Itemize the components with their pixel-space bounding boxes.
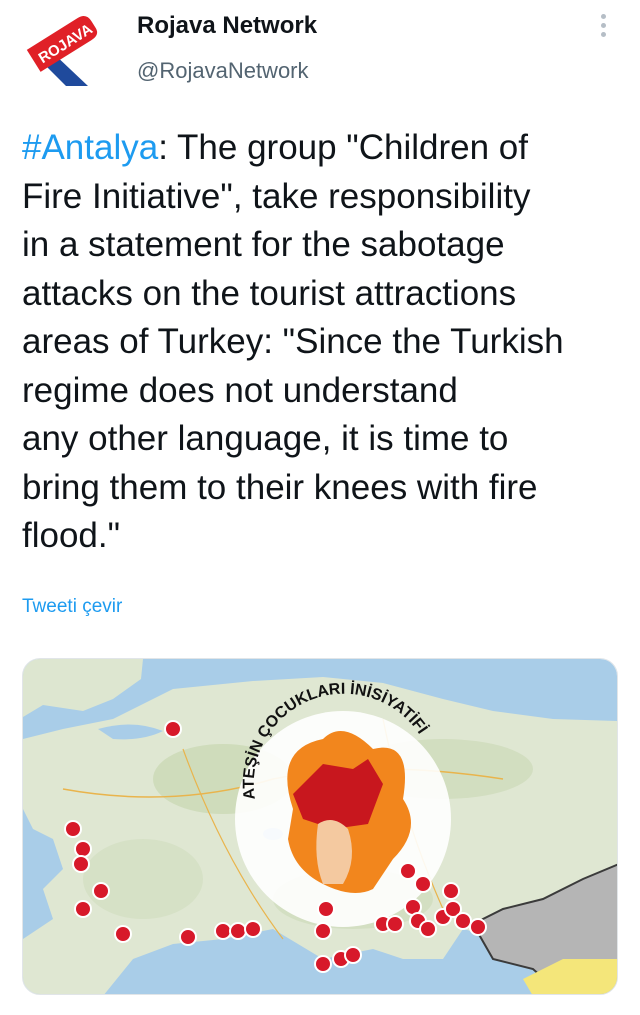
tweet-media-image[interactable]: ATEŞİN ÇOCUKLARI İNİSİYATİFİ — [22, 658, 618, 995]
map-marker-icon — [454, 912, 472, 930]
turkey-map-image: ATEŞİN ÇOCUKLARI İNİSİYATİFİ — [23, 659, 617, 994]
tweet-header: ROJAVA Rojava Network @RojavaNetwork — [0, 0, 640, 110]
map-marker-icon — [314, 922, 332, 940]
map-marker-icon — [419, 920, 437, 938]
display-name[interactable]: Rojava Network — [137, 12, 317, 40]
tweet-text: #Antalya: The group "Children of Fire In… — [22, 124, 622, 561]
map-marker-icon — [164, 720, 182, 738]
more-options-icon[interactable] — [594, 14, 612, 44]
map-marker-icon — [414, 875, 432, 893]
map-marker-icon — [92, 882, 110, 900]
map-marker-icon — [74, 900, 92, 918]
tweet-line-5: areas of Turkey: "Since the Turkish — [22, 322, 564, 361]
hashtag-link[interactable]: #Antalya — [22, 128, 158, 167]
map-marker-icon — [386, 915, 404, 933]
map-marker-icon — [344, 946, 362, 964]
tweet-line-3: in a statement for the sabotage — [22, 225, 505, 264]
map-marker-icon — [72, 855, 90, 873]
tweet-line-8: bring them to their knees with fire — [22, 467, 538, 507]
tweet-line-2: Fire Initiative", take responsibility — [22, 176, 531, 216]
rojava-logo-icon: ROJAVA — [26, 16, 98, 86]
map-marker-icon — [229, 922, 247, 940]
tweet-line-4: attacks on the tourist attractions — [22, 273, 517, 313]
map-marker-icon — [74, 840, 92, 858]
account-handle[interactable]: @RojavaNetwork — [137, 58, 309, 84]
map-marker-icon — [114, 925, 132, 943]
map-marker-icon — [179, 928, 197, 946]
map-marker-icon — [314, 955, 332, 973]
tweet-line-9: flood." — [22, 516, 121, 555]
map-marker-icon — [214, 922, 232, 940]
tweet-line-7: any other language, it is time to — [22, 419, 509, 458]
avatar[interactable]: ROJAVA — [22, 8, 102, 88]
translate-tweet-link[interactable]: Tweeti çevir — [22, 596, 122, 618]
tweet-line-1: #Antalya: The group "Children of — [22, 128, 528, 167]
tweet-line-6: regime does not understand — [22, 370, 458, 410]
map-marker-icon — [469, 918, 487, 936]
map-marker-icon — [399, 862, 417, 880]
map-marker-icon — [442, 882, 460, 900]
map-marker-icon — [244, 920, 262, 938]
map-marker-icon — [317, 900, 335, 918]
map-marker-icon — [64, 820, 82, 838]
